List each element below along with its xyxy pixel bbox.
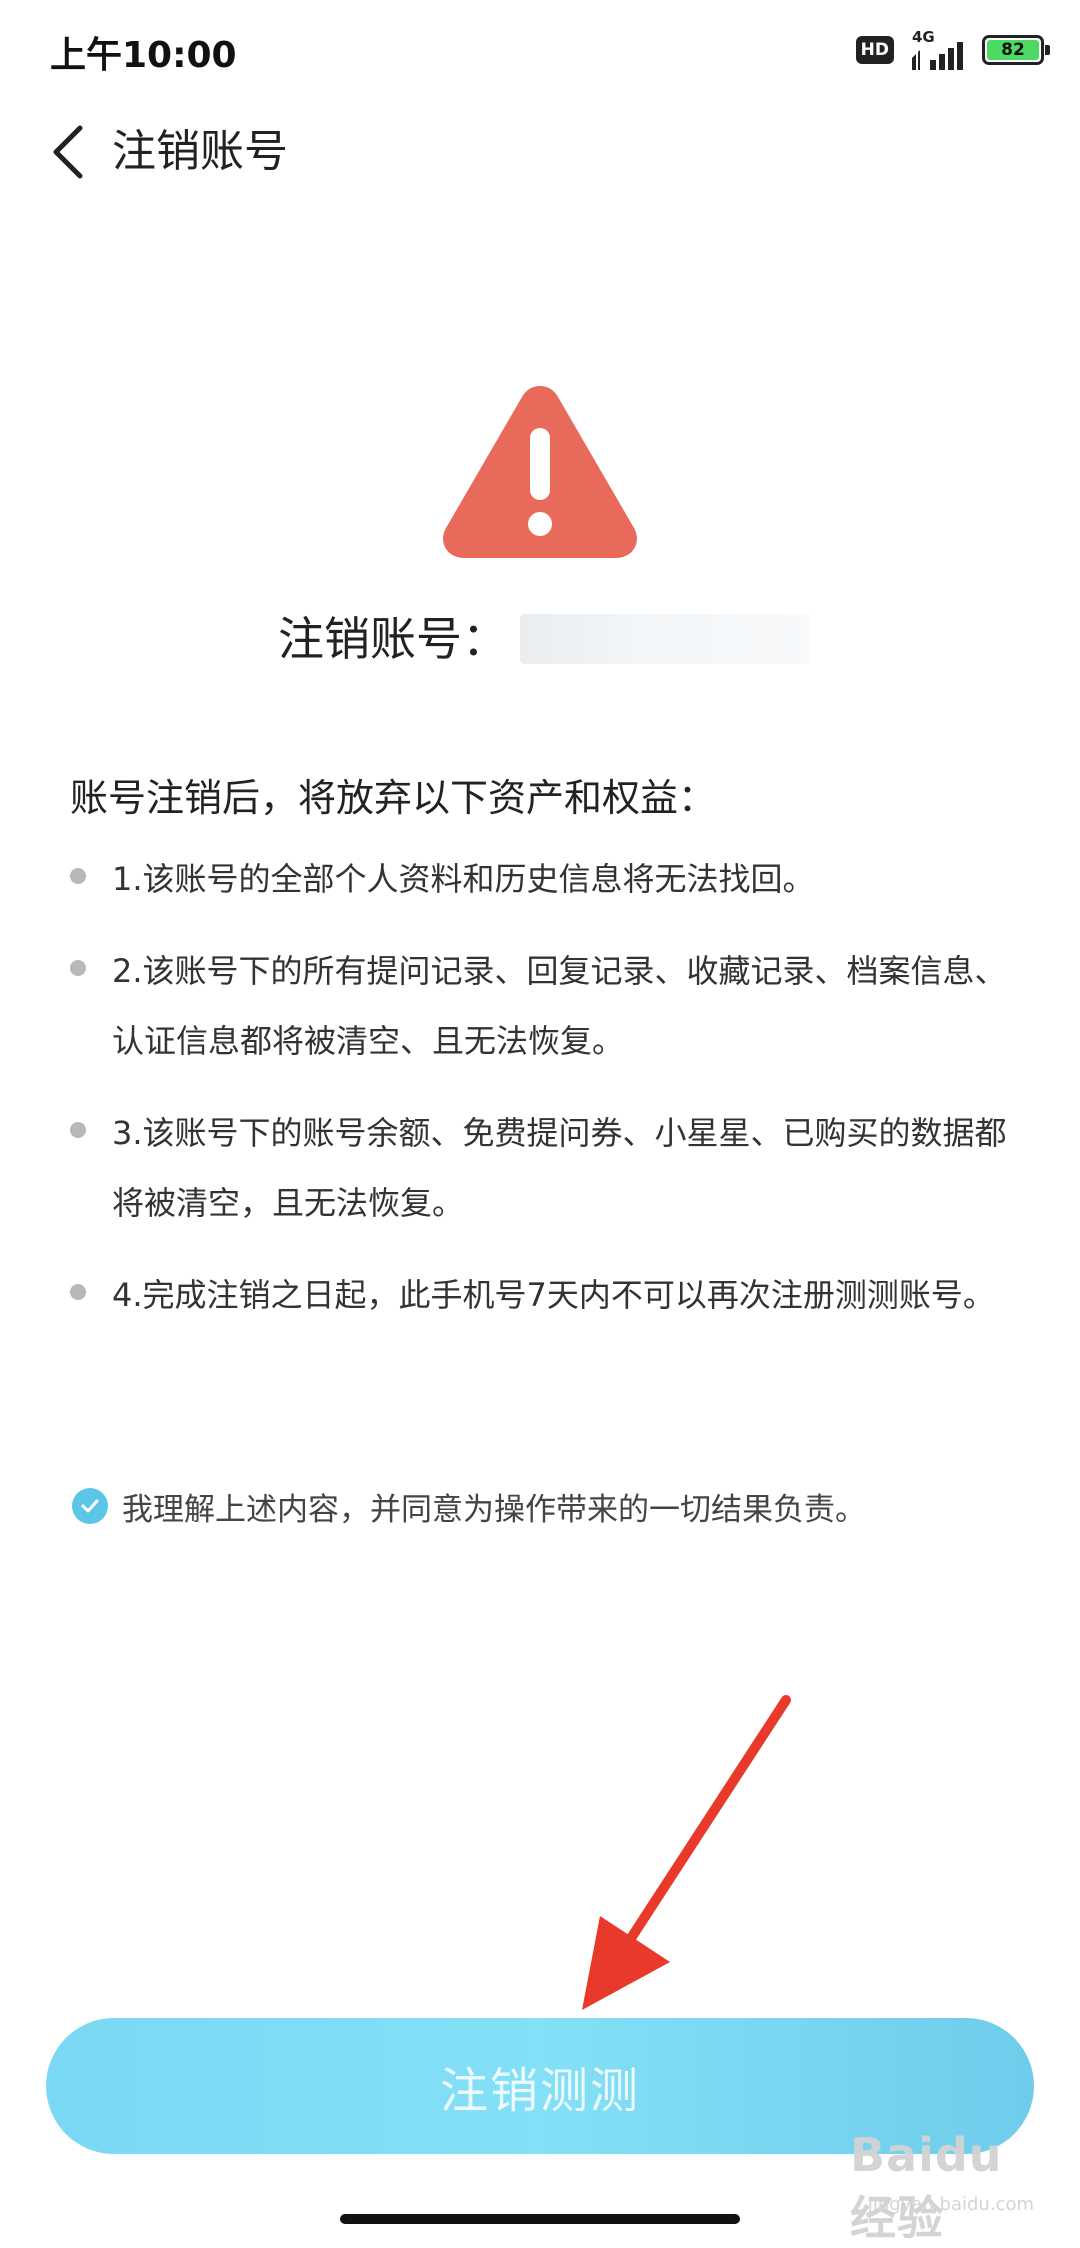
account-line: 注销账号： [278,604,810,674]
bullet-icon [70,1122,86,1138]
terms-lead: 账号注销后，将放弃以下资产和权益： [70,776,717,820]
nav-bar: 注销账号 [0,110,1080,194]
status-bar: 上午10:00 HD 4G 82 [0,0,1080,100]
cancel-account-button-label: 注销测测 [439,2065,640,2118]
signal-indicator: 4G [908,28,968,72]
terms-list: 1.该账号的全部个人资料和历史信息将无法找回。 2.该账号下的所有提问记录、回复… [70,844,1020,1330]
term-item: 2.该账号下的所有提问记录、回复记录、收藏记录、档案信息、认证信息都将被清空、且… [70,936,1020,1076]
agreement-text: 我理解上述内容，并同意为操作带来的一切结果负责。 [122,1491,866,1528]
warning-icon [443,386,637,558]
agreement-checkbox[interactable]: 我理解上述内容，并同意为操作带来的一切结果负责。 [72,1478,866,1534]
bullet-icon [70,1284,86,1300]
term-text: 4.完成注销之日起，此手机号7天内不可以再次注册测测账号。 [112,1276,995,1314]
back-button[interactable] [40,120,96,184]
term-item: 3.该账号下的账号余额、免费提问券、小星星、已购买的数据都将被清空，且无法恢复。 [70,1098,1020,1238]
bullet-icon [70,868,86,884]
status-time: 上午10:00 [50,35,237,76]
checkmark-icon[interactable] [72,1488,108,1524]
term-text: 2.该账号下的所有提问记录、回复记录、收藏记录、档案信息、认证信息都将被清空、且… [112,952,1007,1060]
page-title: 注销账号 [112,126,288,177]
watermark: Baidu经验 jingyan.baidu.com [850,2118,1040,2245]
battery-icon: 82 [982,35,1050,65]
annotation-arrow-icon [582,1695,791,2010]
screen: 上午10:00 HD 4G 82 注销账号 注销账号： 账号注销后，将放弃以下资… [0,0,1080,2248]
watermark-url: jingyan.baidu.com [867,2194,1034,2215]
chevron-left-icon [53,125,83,179]
battery-level: 82 [987,40,1039,60]
signal-bars-icon [912,42,963,70]
bullet-icon [70,960,86,976]
status-icons: HD 4G 82 [855,28,1050,72]
term-text: 3.该账号下的账号余额、免费提问券、小星星、已购买的数据都将被清空，且无法恢复。 [112,1114,1007,1222]
home-indicator[interactable] [340,2214,740,2224]
term-item: 1.该账号的全部个人资料和历史信息将无法找回。 [70,844,1020,914]
watermark-logo: Baidu经验 [850,2128,1003,2245]
terms-section: 账号注销后，将放弃以下资产和权益： 1.该账号的全部个人资料和历史信息将无法找回… [70,770,1020,1352]
account-masked-value [520,614,810,664]
account-label: 注销账号： [278,612,508,666]
battery-cap [1045,45,1050,55]
hd-badge: HD [855,36,894,64]
term-text: 1.该账号的全部个人资料和历史信息将无法找回。 [112,860,815,898]
term-item: 4.完成注销之日起，此手机号7天内不可以再次注册测测账号。 [70,1260,1020,1330]
